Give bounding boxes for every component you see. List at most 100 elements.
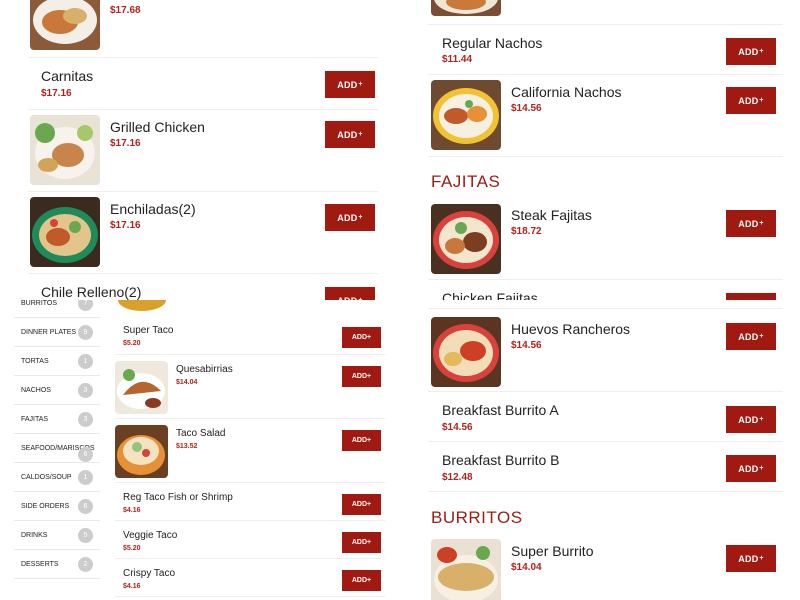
menu-item: Breakfast Burrito A $14.56 ADD + (428, 392, 783, 442)
item-name: Super Burrito (511, 543, 594, 559)
count-badge: 5 (78, 528, 93, 543)
item-name: Veggie Taco (123, 530, 178, 541)
item-name: Super Taco (123, 325, 174, 336)
category-item[interactable]: SIDE ORDERS 6 (14, 492, 100, 521)
menu-item: Enchiladas(2) $17.16 ADD + (28, 192, 378, 274)
menu-item: Taco Salad $13.52 ADD + (115, 419, 385, 483)
food-image (115, 361, 168, 414)
count-badge: 7 (78, 300, 93, 311)
item-price: $14.56 (442, 422, 473, 433)
item-price: $4.16 (123, 507, 141, 514)
item-name: Breakfast Burrito B (442, 452, 560, 468)
item-price: $18.72 (511, 226, 542, 237)
menu-panel-top-left: $17.68 ADD+ Carnitas $17.16 ADD+ Grilled… (0, 0, 400, 300)
add-button[interactable]: ADD+ (726, 38, 776, 65)
item-price: $17.68 (110, 5, 141, 16)
food-image (431, 317, 501, 387)
item-name: California Nachos (511, 84, 622, 100)
menu-item: Chile Relleno(2) ADD+ (28, 274, 378, 300)
menu-item: Reg Taco Fish or Shrimp $4.16 ADD + (115, 483, 385, 521)
count-badge: 2 (78, 557, 93, 572)
add-button[interactable]: ADD+ (726, 545, 776, 572)
add-button[interactable]: ADD+ (325, 121, 375, 148)
category-item[interactable]: FAJITAS 3 (14, 405, 100, 434)
food-image (30, 0, 100, 50)
add-button[interactable]: ADD+ (342, 494, 381, 515)
menu-item: Quesabirrias $14.04 ADD + (115, 355, 385, 419)
item-price: $17.16 (110, 220, 141, 231)
item-price: $17.16 (41, 88, 72, 99)
menu-item: Huevos Rancheros $14.56 ADD + (428, 312, 783, 392)
count-badge: 1 (78, 354, 93, 369)
add-button[interactable]: ADD+ (342, 366, 381, 387)
item-price: $12.48 (442, 472, 473, 483)
item-name: Chile Relleno(2) (41, 284, 142, 300)
count-badge: 9 (78, 325, 93, 340)
menu-item: Crispy Taco $4.16 ADD + (115, 559, 385, 597)
menu-panel-top-right: ADD+ Regular Nachos $11.44 ADD+ Californ… (400, 0, 800, 300)
menu-item: ADD+ (428, 0, 783, 25)
menu-item: Chicken Fajitas ADD+ (428, 280, 783, 300)
add-button[interactable]: ADD+ (342, 570, 381, 591)
food-image (116, 300, 168, 312)
item-name: Chicken Fajitas (442, 290, 538, 300)
section-header: FAJITAS (431, 172, 501, 191)
item-price: $17.16 (110, 138, 141, 149)
add-button[interactable]: ADD+ (726, 210, 776, 237)
add-button[interactable]: ADD+ (342, 327, 381, 348)
add-button[interactable]: ADD+ (726, 323, 776, 350)
add-button[interactable]: ADD+ (726, 406, 776, 433)
menu-item: Super Burrito $14.04 ADD + (428, 534, 783, 600)
item-name: Grilled Chicken (110, 119, 205, 135)
add-button[interactable]: ADD+ (726, 87, 776, 114)
menu-item: Steak Fajitas $18.72 ADD + (428, 198, 783, 280)
category-item[interactable]: CALDOS/SOUP 1 (14, 463, 100, 492)
category-item[interactable]: DINNER PLATES 9 (14, 318, 100, 347)
item-price: $5.20 (123, 545, 141, 552)
food-image (30, 197, 100, 267)
category-item[interactable]: SEAFOOD/MARISCOS 6 (14, 434, 100, 463)
count-badge: 3 (78, 383, 93, 398)
category-item[interactable]: TORTAS 1 (14, 347, 100, 376)
add-button[interactable]: ADD+ (726, 293, 776, 300)
food-image (115, 425, 168, 478)
category-item[interactable]: NACHOS 3 (14, 376, 100, 405)
menu-item: Breakfast Burrito B $12.48 ADD + (428, 442, 783, 492)
category-item[interactable]: DESSERTS 2 (14, 550, 100, 579)
add-button[interactable]: ADD+ (325, 204, 375, 231)
category-item[interactable]: DRINKS 5 (14, 521, 100, 550)
add-button[interactable]: ADD+ (342, 430, 381, 451)
divider (428, 308, 783, 309)
menu-item: Grilled Chicken $17.16 ADD + (28, 110, 378, 192)
add-button[interactable]: ADD+ (325, 71, 375, 98)
section-header: BURRITOS (431, 508, 523, 527)
count-badge: 3 (78, 412, 93, 427)
menu-item: $17.68 ADD+ (28, 0, 378, 58)
add-button[interactable]: ADD+ (325, 287, 375, 300)
menu-item: Regular Nachos $11.44 ADD + (428, 25, 783, 75)
item-name: Enchiladas(2) (110, 201, 196, 217)
add-button[interactable]: ADD+ (342, 532, 381, 553)
menu-item: Super Taco $5.20 ADD + (115, 317, 385, 355)
item-price: $14.56 (511, 103, 542, 114)
category-item[interactable]: BURRITOS 7 (14, 300, 100, 318)
menu-panel-bottom-right: Huevos Rancheros $14.56 ADD + Breakfast B… (400, 300, 800, 600)
item-name: Taco Salad (176, 428, 226, 439)
food-image (30, 115, 100, 185)
item-name: Carnitas (41, 68, 94, 84)
menu-item: Carnitas $17.16 ADD + (28, 58, 378, 110)
item-price: $14.04 (511, 562, 542, 573)
food-image (431, 539, 501, 600)
food-image (431, 0, 501, 16)
item-name: Quesabirrias (176, 364, 233, 375)
item-name: Crispy Taco (123, 568, 176, 579)
item-price: $5.20 (123, 340, 141, 347)
add-button[interactable]: ADD+ (726, 455, 776, 482)
item-price: $13.52 (176, 443, 198, 450)
count-badge: 6 (78, 447, 93, 462)
item-name: Reg Taco Fish or Shrimp (123, 492, 233, 503)
item-name: Regular Nachos (442, 35, 543, 51)
count-badge: 1 (78, 470, 93, 485)
item-name: Huevos Rancheros (511, 321, 631, 337)
item-price: $11.44 (442, 54, 473, 65)
